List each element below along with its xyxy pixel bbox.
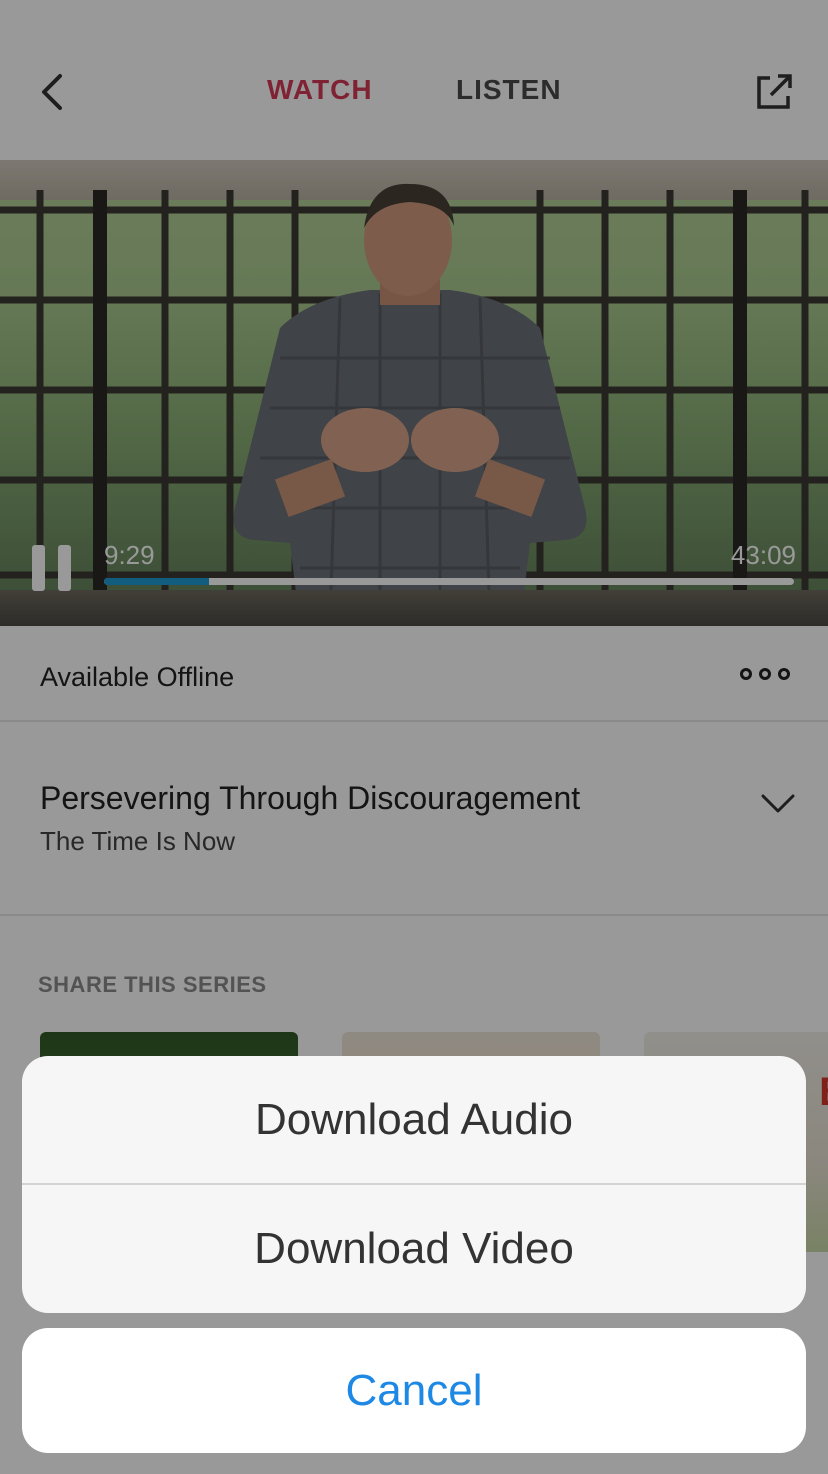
app-screen: WATCH LISTEN 9:29 43:09 Available Offlin… xyxy=(0,0,828,1474)
download-action-sheet: Download Audio Download Video xyxy=(22,1056,806,1313)
download-audio-button[interactable]: Download Audio xyxy=(22,1056,806,1183)
download-video-button[interactable]: Download Video xyxy=(22,1185,806,1312)
cancel-button[interactable]: Cancel xyxy=(22,1328,806,1453)
